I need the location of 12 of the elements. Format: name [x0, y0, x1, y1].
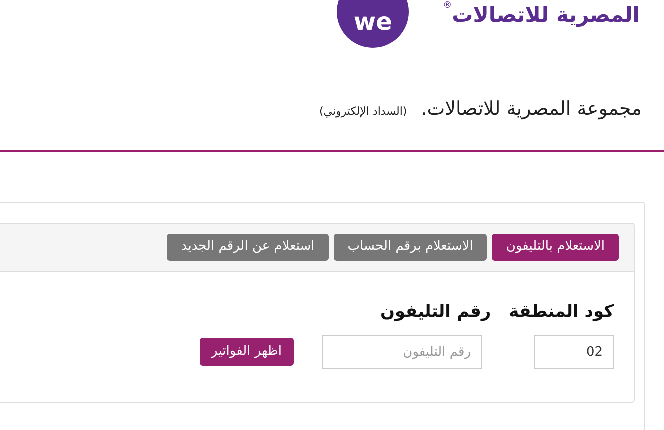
area-code-field[interactable]: 02: [534, 335, 614, 369]
tab[interactable]: الاستعلام بالتليفون: [492, 234, 619, 260]
page-title: مجموعة المصرية للاتصالات.: [421, 97, 642, 122]
area-code-label: كود المنطقة: [509, 300, 614, 324]
tab[interactable]: الاستعلام برقم الحساب: [334, 234, 488, 260]
registered-mark: ®: [443, 2, 452, 11]
phone-label: رقم التليفون: [380, 300, 492, 324]
logo-text: المصرية للاتصالات: [452, 2, 640, 28]
phone-field[interactable]: رقم التليفون: [322, 335, 482, 369]
tab[interactable]: استعلام عن الرقم الجديد: [167, 234, 329, 260]
show-bills-button[interactable]: اظهر الفواتير: [200, 338, 294, 366]
page-subtitle: (السداد الإلكتروني): [320, 104, 408, 120]
